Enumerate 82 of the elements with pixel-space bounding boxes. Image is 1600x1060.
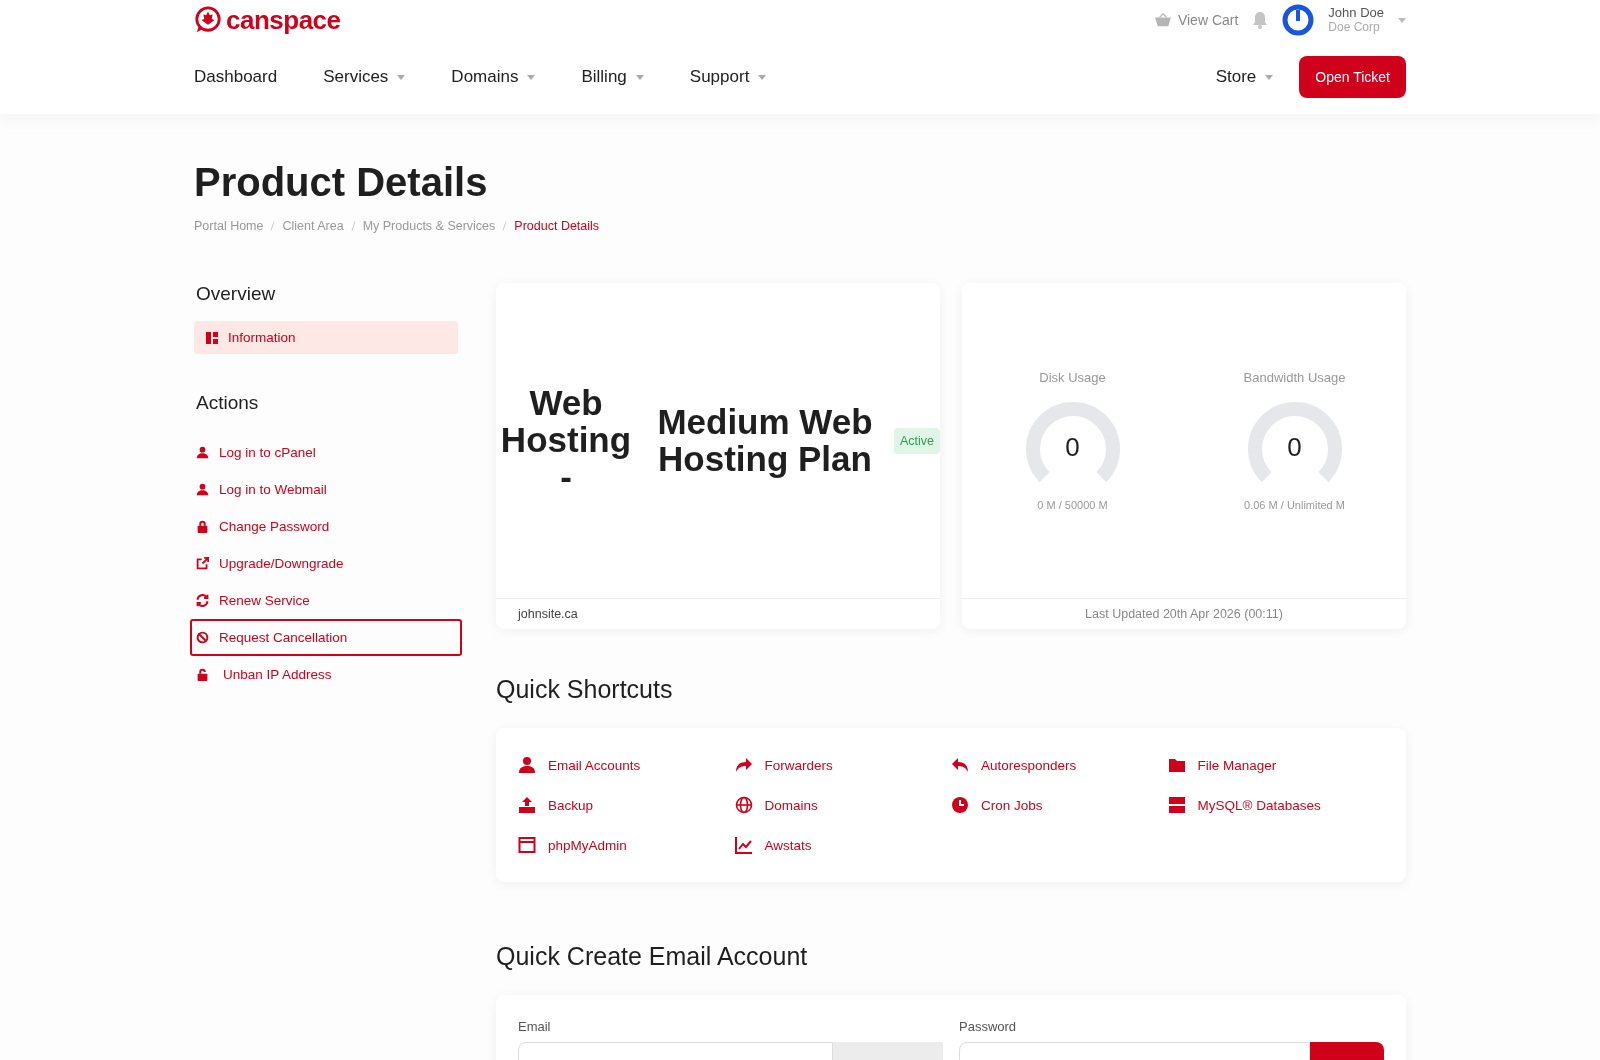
- window-icon: [518, 836, 536, 854]
- breadcrumb-link[interactable]: Portal Home: [194, 219, 264, 233]
- maple-leaf-icon: [194, 6, 222, 34]
- user-name[interactable]: John Doe: [1328, 6, 1384, 21]
- shortcut-link[interactable]: Awstats: [734, 836, 951, 854]
- shortcut-link[interactable]: MySQL® Databases: [1167, 796, 1384, 814]
- shortcut-link[interactable]: Forwarders: [734, 756, 951, 774]
- gauge-label: Bandwidth Usage: [1243, 370, 1346, 385]
- section-heading: Quick Shortcuts: [496, 675, 674, 704]
- avatar-icon[interactable]: [1282, 4, 1315, 36]
- shortcut-link[interactable]: Backup: [518, 796, 735, 814]
- nav-link[interactable]: Dashboard: [194, 67, 278, 87]
- action-link[interactable]: Log in to Webmail: [190, 471, 462, 508]
- last-updated-text: Last Updated 20th Apr 2026 (00:11): [962, 598, 1406, 629]
- field-label: Email: [518, 1019, 552, 1034]
- sidebar-item[interactable]: Information: [194, 321, 458, 354]
- nav-link[interactable]: Support: [689, 67, 750, 87]
- section-heading: Actions: [196, 392, 260, 414]
- field-label: Password: [959, 1019, 1018, 1034]
- shortcut-link[interactable]: Domains: [734, 796, 951, 814]
- action-link[interactable]: Change Password: [190, 508, 462, 545]
- shortcut-link[interactable]: Email Accounts: [518, 756, 735, 774]
- product-group: Web Hosting -: [496, 385, 636, 496]
- company-name: Doe Corp: [1328, 20, 1381, 34]
- nav-link[interactable]: Domains: [451, 67, 519, 87]
- shortcut-link[interactable]: phpMyAdmin: [518, 836, 735, 854]
- user-icon: [518, 756, 536, 774]
- breadcrumb-separator: [350, 221, 356, 231]
- refresh-icon: [196, 594, 209, 607]
- shortcut-link[interactable]: File Manager: [1167, 756, 1384, 774]
- shortcut-link[interactable]: Cron Jobs: [951, 796, 1168, 814]
- server-icon: [1167, 796, 1186, 814]
- reply-arrow-icon: [951, 756, 969, 774]
- usage-reading: 0.06 M / Unlimited M: [1244, 499, 1345, 511]
- product-name: Medium Web Hosting Plan: [656, 403, 874, 478]
- action-link[interactable]: Request Cancellation: [190, 619, 462, 656]
- nav-link[interactable]: Services: [323, 67, 389, 87]
- shortcut-link[interactable]: Autoresponders: [951, 756, 1168, 774]
- upload-icon: [518, 796, 536, 814]
- folder-icon: [1167, 756, 1186, 774]
- status-badge: Active: [893, 427, 940, 454]
- caret-icon[interactable]: [397, 74, 406, 80]
- caret-icon[interactable]: [1398, 17, 1406, 23]
- caret-icon[interactable]: [527, 74, 536, 80]
- user-icon: [196, 483, 209, 496]
- logo-text: canspace: [226, 4, 341, 36]
- view-cart-link[interactable]: View Cart: [1153, 12, 1239, 28]
- usage-reading: 0 M / 50000 M: [1037, 499, 1108, 511]
- action-link[interactable]: Renew Service: [190, 582, 462, 619]
- action-link[interactable]: Unban IP Address: [190, 656, 462, 693]
- store-link[interactable]: Store: [1215, 67, 1257, 87]
- external-link-icon: [196, 557, 209, 570]
- forward-arrow-icon: [734, 756, 753, 774]
- clock-icon: [951, 796, 969, 814]
- gauge-value: 0: [1064, 432, 1081, 463]
- page-title: Product Details: [194, 160, 489, 205]
- breadcrumb-separator: [502, 221, 508, 231]
- basket-icon: [1153, 13, 1172, 27]
- user-icon: [196, 446, 209, 459]
- section-heading: Overview: [196, 283, 277, 305]
- breadcrumb-link[interactable]: My Products & Services: [362, 219, 496, 233]
- bell-icon[interactable]: [1252, 11, 1269, 29]
- open-padlock-icon: [196, 668, 209, 681]
- open-ticket-button[interactable]: Open Ticket: [1299, 56, 1406, 98]
- nav-link[interactable]: Billing: [581, 67, 627, 87]
- caret-icon[interactable]: [635, 74, 644, 80]
- globe-icon: [734, 796, 753, 814]
- domain-text: johnsite.ca: [496, 598, 940, 629]
- logo[interactable]: canspace: [194, 4, 341, 36]
- caret-icon[interactable]: [1265, 74, 1274, 80]
- breadcrumb-separator: [270, 221, 276, 231]
- line-chart-icon: [734, 836, 753, 854]
- gauge-value: 0: [1286, 432, 1303, 463]
- dashboard-icon: [206, 331, 218, 344]
- section-heading: Quick Create Email Account: [496, 942, 809, 971]
- action-link[interactable]: Log in to cPanel: [190, 434, 462, 471]
- ban-icon: [196, 631, 209, 644]
- caret-icon[interactable]: [758, 74, 767, 80]
- padlock-icon: [196, 520, 209, 533]
- gauge-label: Disk Usage: [1039, 370, 1106, 385]
- action-link[interactable]: Upgrade/Downgrade: [190, 545, 462, 582]
- breadcrumb-link[interactable]: Product Details: [514, 219, 600, 233]
